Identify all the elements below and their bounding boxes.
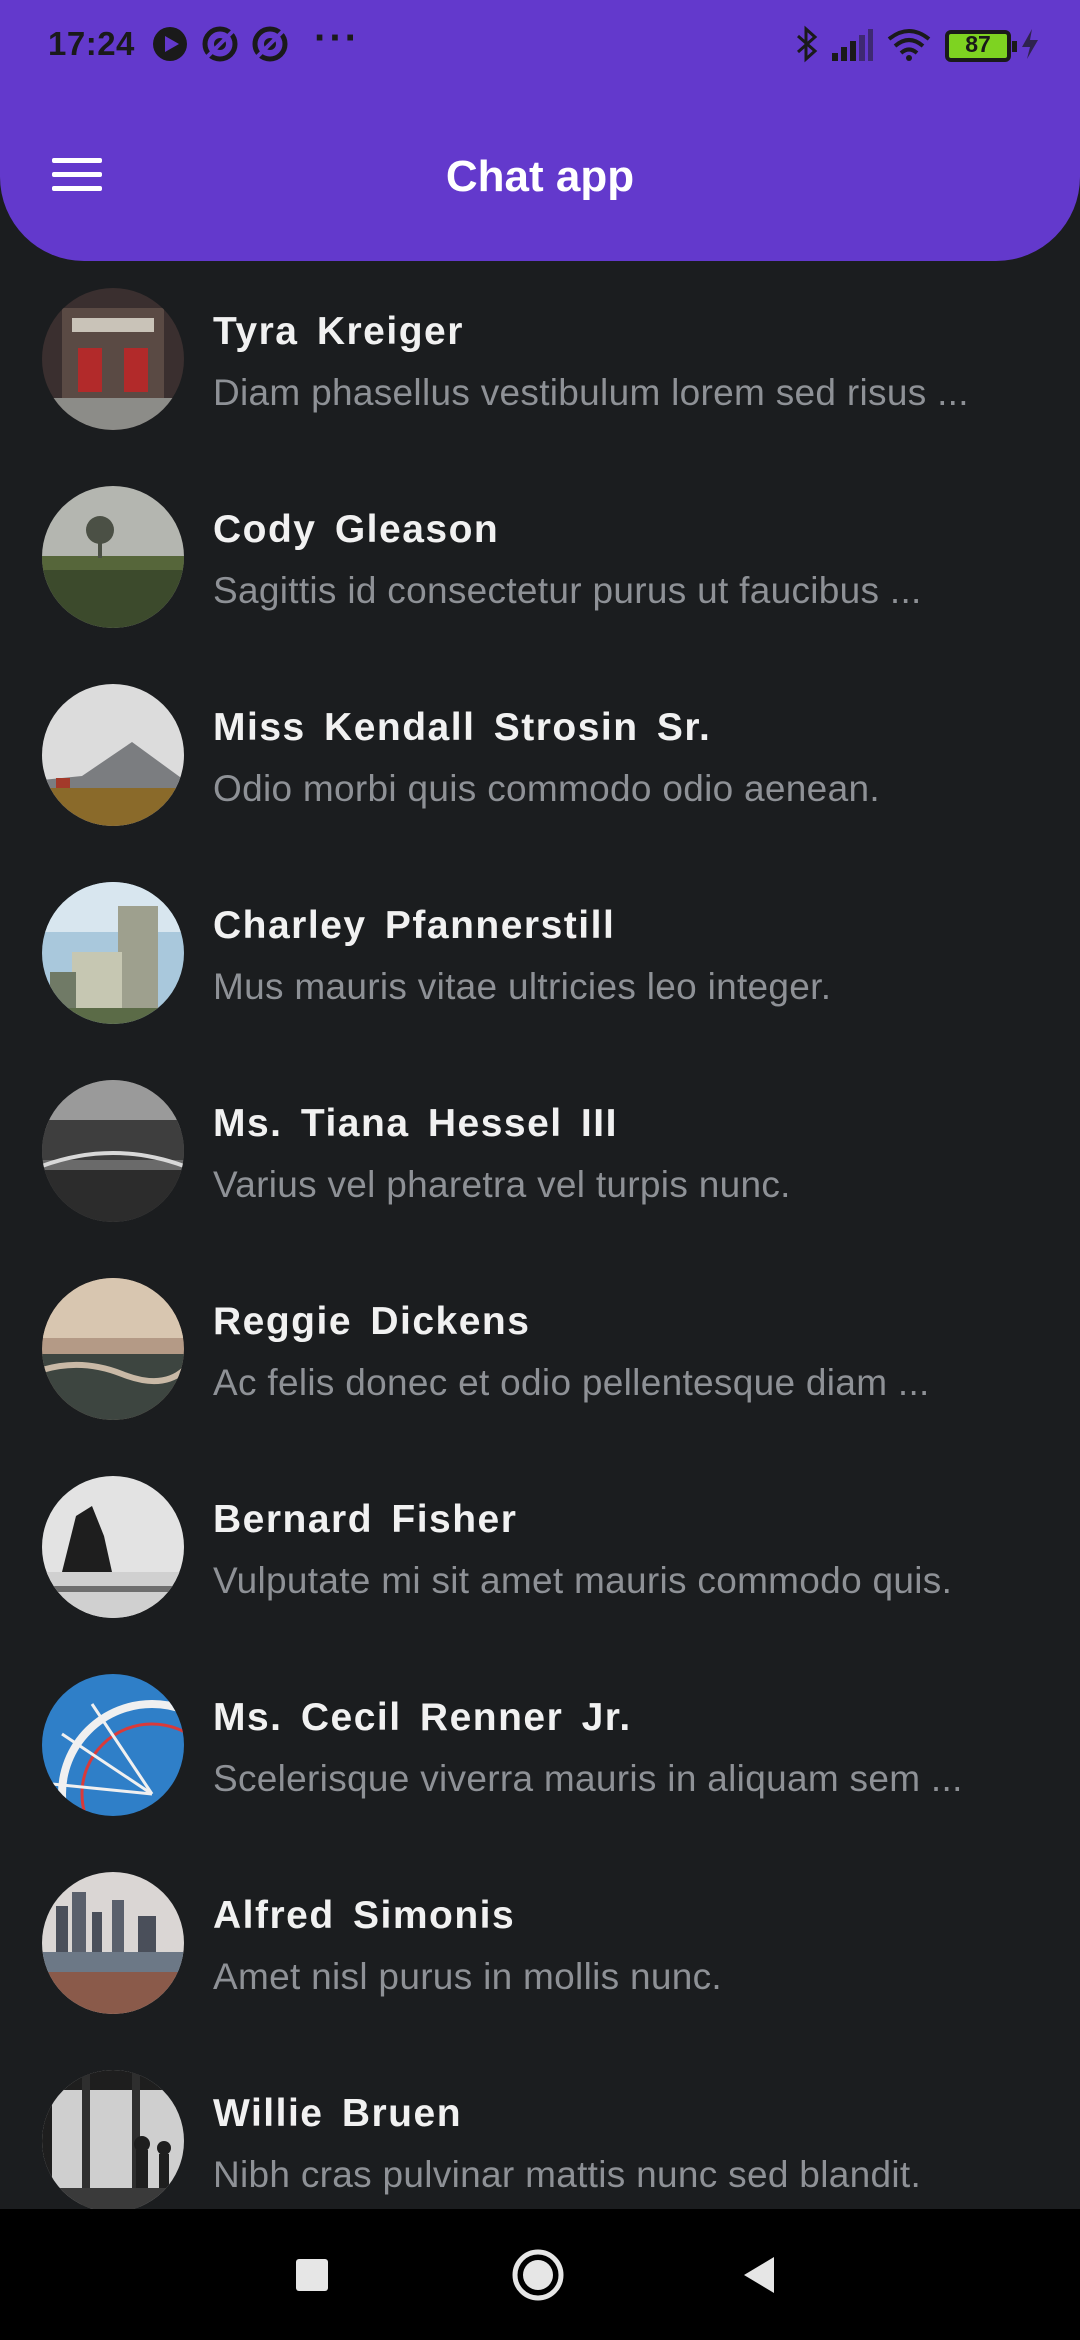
message-preview: Diam phasellus vestibulum lorem sed risu… — [213, 372, 969, 413]
avatar — [42, 1674, 184, 1816]
contact-name: Alfred Simonis — [213, 1894, 516, 1937]
chat-list[interactable]: Tyra Kreiger Diam phasellus vestibulum l… — [0, 262, 1080, 2209]
chat-item[interactable]: Charley Pfannerstill Mus mauris vitae ul… — [0, 856, 1080, 1054]
message-preview: Ac felis donec et odio pellentesque diam… — [213, 1362, 930, 1403]
message-preview: Varius vel pharetra vel turpis nunc. — [213, 1164, 791, 1205]
chat-item[interactable]: Reggie Dickens Ac felis donec et odio pe… — [0, 1252, 1080, 1450]
home-circle-icon — [512, 2249, 564, 2301]
avatar — [42, 1080, 184, 1222]
message-preview: Nibh cras pulvinar mattis nunc sed bland… — [213, 2154, 922, 2195]
chat-item[interactable]: Cody Gleason Sagittis id consectetur pur… — [0, 460, 1080, 658]
wifi-icon — [887, 29, 931, 61]
charging-icon — [1022, 29, 1038, 59]
navigation-bar — [0, 2209, 1080, 2340]
contact-name: Ms. Tiana Hessel III — [213, 1102, 618, 1145]
recents-button[interactable] — [252, 2209, 372, 2340]
avatar — [42, 2070, 184, 2209]
chat-item[interactable]: Bernard Fisher Vulputate mi sit amet mau… — [0, 1450, 1080, 1648]
home-button[interactable] — [478, 2209, 598, 2340]
battery-level: 87 — [965, 31, 991, 57]
battery-icon: 87 — [945, 30, 1017, 62]
bluetooth-icon — [797, 25, 818, 63]
avatar — [42, 1872, 184, 2014]
avatar — [42, 486, 184, 628]
play-icon — [153, 27, 187, 61]
avatar — [42, 1476, 184, 1618]
contact-name: Ms. Cecil Renner Jr. — [213, 1696, 632, 1739]
message-preview: Amet nisl purus in mollis nunc. — [213, 1956, 722, 1997]
status-bar: 17:24 ··· 87 — [0, 0, 1080, 90]
chat-item[interactable]: Tyra Kreiger Diam phasellus vestibulum l… — [0, 262, 1080, 460]
contact-name: Reggie Dickens — [213, 1300, 531, 1343]
more-notifications-icon: ··· — [314, 16, 360, 60]
chat-item[interactable]: Alfred Simonis Amet nisl purus in mollis… — [0, 1846, 1080, 2044]
back-button[interactable] — [700, 2209, 820, 2340]
recents-square-icon — [296, 2259, 328, 2291]
status-time: 17:24 — [48, 25, 135, 62]
contact-name: Tyra Kreiger — [213, 310, 464, 353]
screen: 17:24 ··· 87 Chat app Tyra Kreiger Diam … — [0, 0, 1080, 2340]
message-preview: Scelerisque viverra mauris in aliquam se… — [213, 1758, 963, 1799]
chat-item[interactable]: Ms. Tiana Hessel III Varius vel pharetra… — [0, 1054, 1080, 1252]
signal-icon — [832, 29, 873, 61]
app-bar: 17:24 ··· 87 Chat app — [0, 0, 1080, 261]
message-preview: Vulputate mi sit amet mauris commodo qui… — [213, 1560, 953, 1601]
chat-item[interactable]: Ms. Cecil Renner Jr. Scelerisque viverra… — [0, 1648, 1080, 1846]
avatar — [42, 288, 184, 430]
message-preview: Mus mauris vitae ultricies leo integer. — [213, 966, 832, 1007]
contact-name: Charley Pfannerstill — [213, 904, 616, 947]
chat-item[interactable]: Willie Bruen Nibh cras pulvinar mattis n… — [0, 2044, 1080, 2209]
chat-item[interactable]: Miss Kendall Strosin Sr. Odio morbi quis… — [0, 658, 1080, 856]
message-preview: Odio morbi quis commodo odio aenean. — [213, 768, 880, 809]
avatar — [42, 684, 184, 826]
contact-name: Miss Kendall Strosin Sr. — [213, 706, 712, 749]
message-preview: Sagittis id consectetur purus ut faucibu… — [213, 570, 922, 611]
sync-icon — [202, 26, 238, 62]
contact-name: Bernard Fisher — [213, 1498, 518, 1541]
sync-icon — [252, 26, 288, 62]
contact-name: Willie Bruen — [213, 2092, 463, 2135]
avatar — [42, 882, 184, 1024]
avatar — [42, 1278, 184, 1420]
back-triangle-icon — [744, 2257, 774, 2293]
app-title: Chat app — [445, 152, 635, 201]
contact-name: Cody Gleason — [213, 508, 500, 551]
